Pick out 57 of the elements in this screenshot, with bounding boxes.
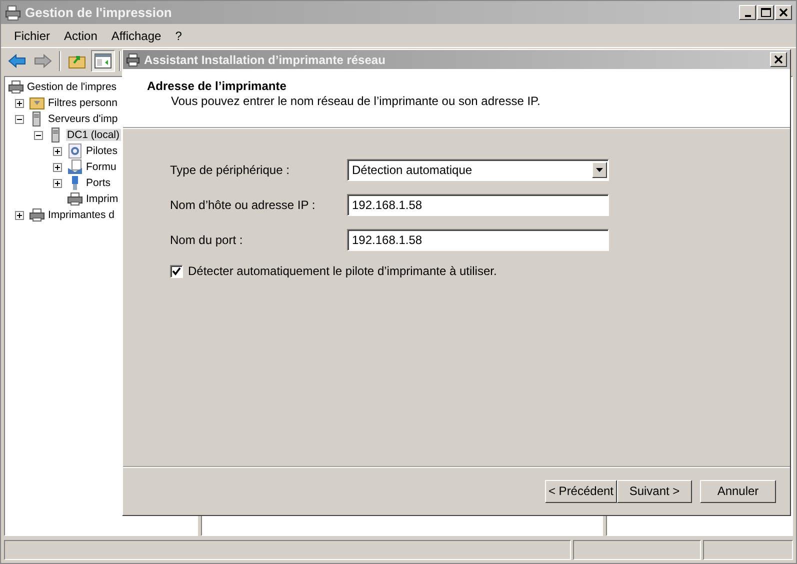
show-pane-button[interactable] [91, 50, 115, 72]
close-icon [779, 8, 788, 17]
page-heading: Adresse de l’imprimante [147, 79, 288, 93]
menu-item[interactable]: Action [57, 26, 104, 44]
menu-item[interactable]: ? [168, 26, 189, 44]
expander-icon[interactable] [34, 130, 43, 140]
tree-item[interactable]: Imprim [85, 193, 120, 205]
device-type-dropdown[interactable]: Détection automatique [347, 159, 609, 181]
pane-icon [94, 53, 112, 69]
maximize-button[interactable] [757, 5, 774, 20]
gear-icon [67, 143, 83, 159]
minimize-icon [744, 14, 750, 16]
checkbox[interactable] [170, 264, 183, 278]
expander-icon[interactable] [15, 114, 24, 124]
folder-icon [68, 53, 86, 69]
expander-icon[interactable] [53, 178, 62, 188]
tree-item[interactable]: DC1 (local) [66, 129, 121, 141]
page-description: Vous pouvez entrer le nom réseau de l’imprimante ou son adresse IP. [170, 94, 542, 108]
input-field[interactable]: 192.168.1.58 [347, 229, 609, 251]
close-button[interactable] [775, 5, 792, 20]
wizard-button[interactable]: < Précédent [545, 480, 617, 502]
input-field[interactable]: 192.168.1.58 [347, 194, 609, 216]
menu-item[interactable]: Affichage [104, 26, 168, 44]
expander-icon[interactable] [53, 162, 62, 172]
dialog-title: Assistant Installation d’imprimante réseau [144, 52, 386, 66]
expander-icon[interactable] [53, 146, 62, 156]
expander-icon[interactable] [15, 98, 24, 108]
folder-icon [29, 95, 45, 111]
close-button[interactable] [770, 52, 787, 67]
printer-icon [67, 191, 83, 207]
close-icon [774, 55, 783, 64]
printer-icon [5, 4, 21, 20]
field-label: Nom du port : [170, 233, 244, 247]
minimize-button[interactable] [739, 5, 756, 20]
tree-item[interactable]: Ports [85, 177, 112, 189]
tree-item[interactable]: Imprimantes d [47, 209, 116, 221]
forward-arrow-icon [34, 54, 52, 68]
tree-item[interactable]: Pilotes [85, 145, 119, 157]
doc-icon [67, 159, 83, 175]
expander-icon[interactable] [15, 210, 24, 220]
menu-item[interactable]: Fichier [7, 26, 58, 44]
printer-icon [8, 79, 24, 95]
checkbox-label[interactable]: Détecter automatiquement le pilote d’imprimante à utiliser. [188, 264, 497, 278]
window-title: Gestion de l'impression [25, 5, 172, 20]
field-label: Type de périphérique : [170, 163, 290, 177]
maximize-icon [760, 8, 770, 17]
field-label: Nom d’hôte ou adresse IP : [170, 198, 316, 212]
printer-icon [29, 207, 45, 223]
tree-item[interactable]: Filtres personn [47, 97, 118, 109]
wizard-button[interactable]: Suivant > [617, 480, 692, 502]
wizard-button[interactable]: Annuler [700, 480, 776, 502]
tree-item[interactable]: Gestion de l'impres [26, 81, 118, 93]
printer-icon [126, 52, 140, 66]
tree-item[interactable]: Serveurs d'imp [47, 113, 119, 125]
back-arrow-icon [8, 54, 26, 68]
dropdown-arrow-icon [596, 168, 603, 172]
tree-item[interactable]: Formu [85, 161, 118, 173]
